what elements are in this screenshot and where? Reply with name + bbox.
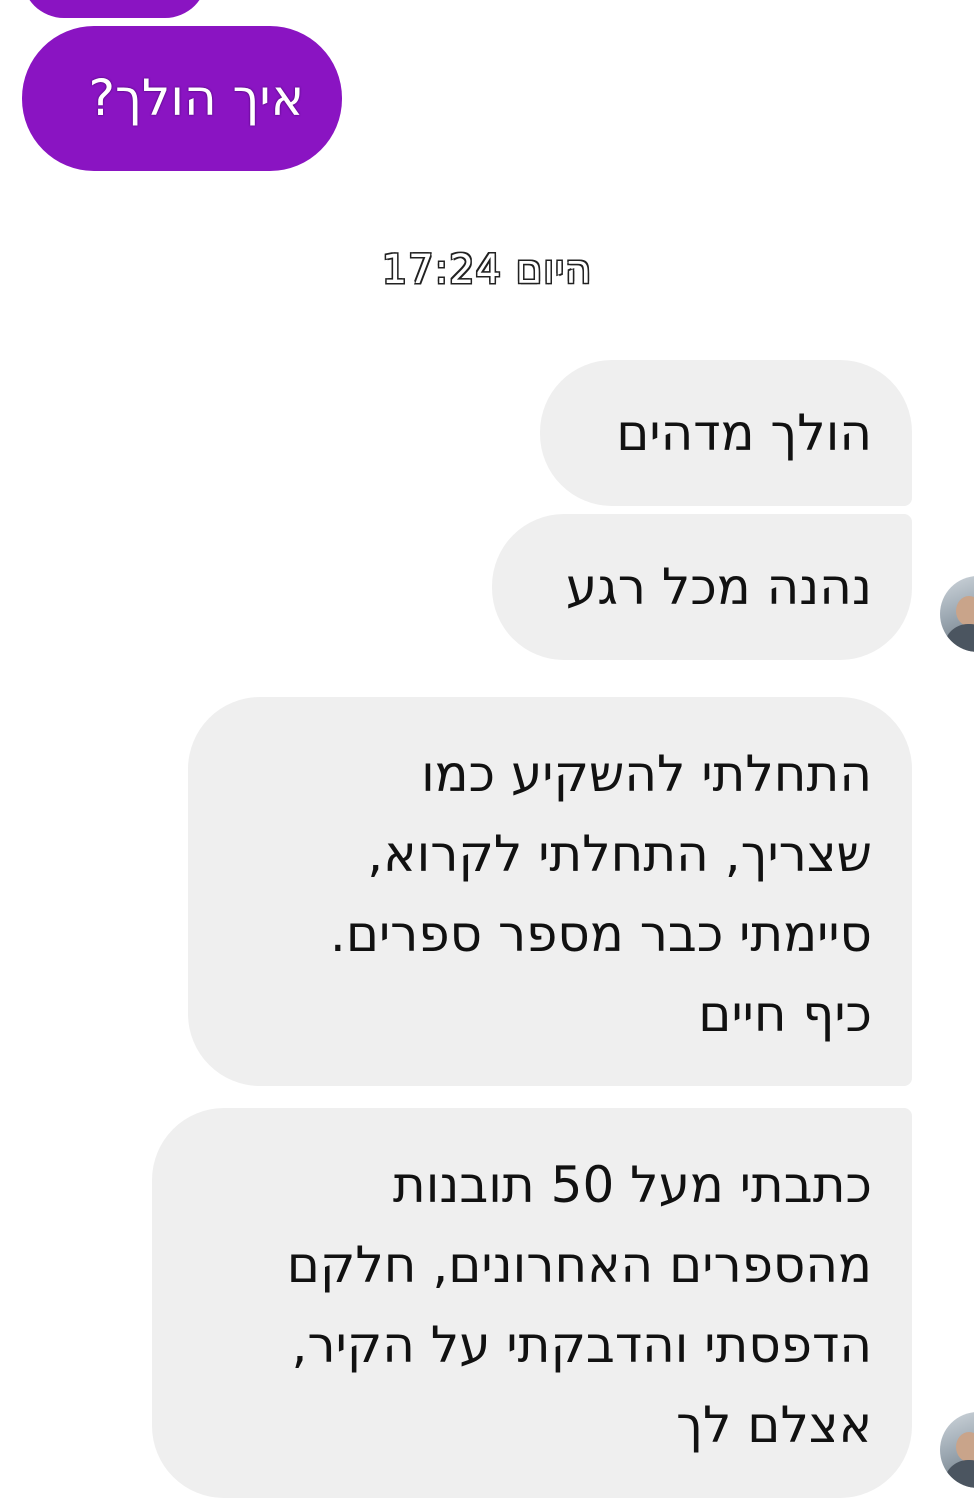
avatar-shoulders [944,624,974,652]
avatar-face [956,596,974,626]
message-bubble-outgoing[interactable]: איך הולך? [22,26,342,171]
message-bubble-incoming[interactable]: כתבתי מעל 50 תובנות מהספרים האחרונים, חל… [152,1108,912,1498]
previous-message-bubble[interactable] [22,0,207,18]
message-bubble-incoming[interactable]: הולך מדהים [540,360,912,506]
date-separator: היום 17:24 [381,247,593,293]
message-bubble-incoming[interactable]: נהנה מכל רגע [492,514,912,660]
sender-avatar-icon[interactable] [940,576,974,652]
sender-avatar-icon[interactable] [940,1412,974,1488]
message-bubble-incoming[interactable]: התחלתי להשקיע כמו שצריך, התחלתי לקרוא, ס… [188,697,912,1086]
avatar-face [956,1432,974,1462]
avatar-shoulders [944,1460,974,1488]
